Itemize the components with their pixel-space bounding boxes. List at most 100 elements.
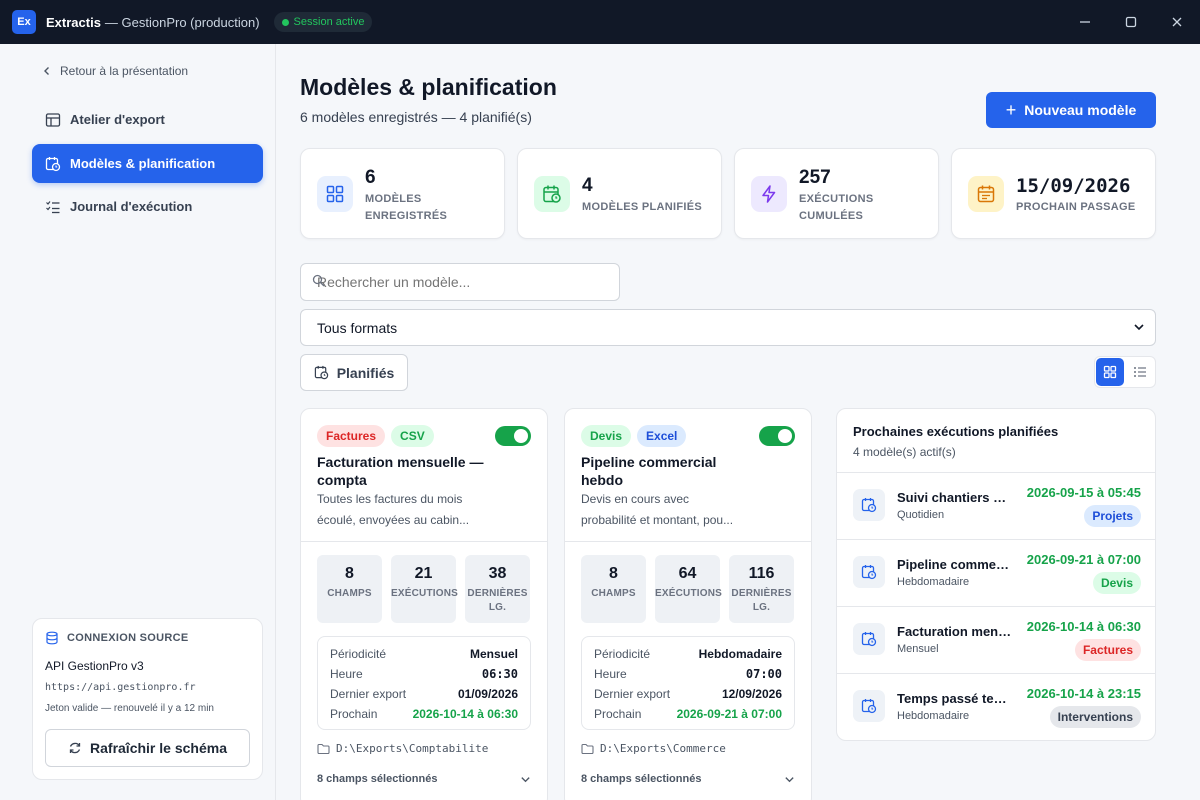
stat-label-line: CUMULÉES [799, 210, 864, 222]
stat-label-line: PROCHAIN PASSAGE [1016, 201, 1136, 213]
model-stat-label: CHAMPS [591, 588, 636, 599]
selected-fields-toggle[interactable]: 8 champs sélectionnés [581, 773, 795, 785]
model-stat-label: EXÉCUTIONS [655, 588, 723, 599]
stat-value: 4 [582, 175, 593, 196]
upcoming-name: Suivi chantiers hebdomadaire [897, 490, 1013, 505]
model-stat-value: 64 [678, 565, 697, 582]
schedule-key: Dernier export [594, 687, 671, 701]
stat-value: 6 [365, 167, 376, 188]
list-view-icon[interactable] [1126, 358, 1154, 386]
model-stat-fields: 8 CHAMPS [317, 555, 382, 623]
refresh-schema-label: Rafraîchir le schéma [90, 740, 227, 756]
upcoming-name: Pipeline commercial hebdo [897, 557, 1013, 572]
view-toggle [1094, 356, 1156, 388]
new-model-label: Nouveau modèle [1024, 102, 1137, 118]
calendar-clock-icon [853, 623, 885, 655]
close-icon[interactable] [1154, 0, 1200, 44]
sidebar-item-modeles-planification[interactable]: Modèles & planification [32, 144, 263, 183]
calendar-clock-icon [853, 489, 885, 521]
export-folder: D:\Exports\Comptabilite [317, 742, 488, 755]
schedule-key: Périodicité [330, 647, 387, 661]
model-stat-label: EXÉCUTIONS [391, 588, 459, 599]
chevron-down-icon [521, 776, 530, 782]
stat-card-models: 6 MODÈLES ENREGISTRÉS [300, 148, 505, 239]
search-icon [312, 274, 325, 287]
new-model-button[interactable]: + Nouveau modèle [986, 92, 1156, 128]
model-description: Toutes les factures du mois écoulé, envo… [317, 489, 497, 531]
model-stat-value: 38 [488, 565, 507, 582]
stat-label: EXÉCUTIONS CUMULÉES [799, 191, 874, 225]
schedule-key: Heure [594, 667, 627, 681]
schedule-row: Périodicité Hebdomadaire [594, 644, 782, 664]
sidebar-item-label: Modèles & planification [70, 156, 216, 171]
sidebar-item-atelier-export[interactable]: Atelier d'export [32, 100, 263, 139]
minimize-icon[interactable] [1062, 0, 1108, 44]
stat-label-line: MODÈLES [365, 193, 422, 205]
grid-view-icon[interactable] [1096, 358, 1124, 386]
back-link-label: Retour à la présentation [60, 64, 189, 78]
status-dot-icon [281, 18, 289, 26]
schedule-box: Périodicité Hebdomadaire Heure 07:00 Derni… [581, 636, 795, 730]
model-stat-value: 21 [414, 565, 433, 582]
upcoming-executions-panel: Prochaines exécutions planifiées 4 modèl… [836, 408, 1156, 741]
upcoming-row[interactable]: Temps passé techniciens Hebdomadaire 202… [837, 673, 1155, 740]
search-input[interactable] [300, 263, 620, 301]
stat-value: 257 [799, 167, 831, 188]
stat-card-planned: 4 MODÈLES PLANIFIÉS [517, 148, 722, 239]
selected-fields-toggle[interactable]: 8 champs sélectionnés [317, 773, 531, 785]
main-content: Modèles & planification 6 modèles enregi… [276, 44, 1200, 800]
checklist-icon [44, 198, 62, 216]
sidebar-item-label: Journal d'exécution [70, 199, 193, 214]
chevron-left-icon [44, 67, 49, 75]
export-folder-path: D:\Exports\Comptabilite [336, 742, 489, 755]
schedule-row: Prochain 2026-10-14 à 06:30 [330, 704, 518, 724]
source-connection-card: CONNEXION SOURCE API GestionPro v3 https… [32, 618, 263, 780]
schedule-value: 06:30 [481, 667, 518, 681]
calendar-icon [968, 176, 1004, 212]
upcoming-title: Prochaines exécutions planifiées [853, 424, 1059, 439]
stat-label-line: EXÉCUTIONS [799, 193, 874, 205]
stat-label: PROCHAIN PASSAGE [1016, 199, 1136, 216]
maximize-icon[interactable] [1108, 0, 1154, 44]
title-bar: Ex Extractis — GestionPro (production) S… [0, 0, 1200, 44]
export-folder-path: D:\Exports\Commerce [600, 742, 726, 755]
category-badge: Factures [1074, 639, 1141, 661]
schedule-row: Dernier export 12/09/2026 [594, 684, 782, 704]
export-folder: D:\Exports\Commerce [581, 742, 726, 755]
source-token-status: Jeton valide — renouvelé il y a 12 min [45, 703, 214, 714]
category-badge: Projets [1084, 505, 1141, 527]
model-enabled-toggle[interactable] [495, 426, 531, 446]
model-enabled-toggle[interactable] [759, 426, 795, 446]
model-stat-label-line: LG. [752, 602, 771, 613]
model-stat-label-line: LG. [488, 602, 507, 613]
selected-fields-label: 8 champs sélectionnés [581, 773, 702, 785]
format-select[interactable]: Tous formats [300, 309, 1156, 346]
model-card[interactable]: Factures CSV Facturation mensuelle — com… [300, 408, 548, 800]
model-stat-fields: 8 CHAMPS [581, 555, 646, 623]
calendar-clock-icon [314, 365, 328, 380]
stat-value: 15/09/2026 [1016, 175, 1131, 197]
upcoming-row[interactable]: Facturation mensuelle — compta Mensuel 2… [837, 606, 1155, 673]
category-badge: Interventions [1049, 706, 1141, 728]
schedule-row: Heure 07:00 [594, 664, 782, 684]
upcoming-frequency: Hebdomadaire [897, 576, 970, 588]
planned-filter-button[interactable]: Planifiés [300, 354, 408, 391]
model-description-line: Toutes les factures du mois [317, 492, 463, 506]
upcoming-row[interactable]: Pipeline commercial hebdo Hebdomadaire 2… [837, 539, 1155, 606]
model-stat-value: 8 [609, 565, 618, 582]
window-controls [1062, 0, 1200, 44]
model-stat-label-line: DERNIÈRES [731, 588, 792, 599]
refresh-schema-button[interactable]: Rafraîchir le schéma [45, 729, 250, 767]
stat-label: MODÈLES ENREGISTRÉS [365, 191, 447, 225]
upcoming-row[interactable]: Suivi chantiers hebdomadaire Quotidien 2… [837, 472, 1155, 539]
app-logo: Ex [12, 10, 36, 34]
model-card[interactable]: Devis Excel Pipeline commercial hebdo De… [564, 408, 812, 800]
sidebar-item-journal-execution[interactable]: Journal d'exécution [32, 187, 263, 226]
app-context: — GestionPro (production) [104, 14, 260, 30]
schedule-value: Hebdomadaire [698, 647, 782, 661]
schedule-value: 01/09/2026 [457, 687, 518, 701]
back-link[interactable]: Retour à la présentation [42, 64, 188, 78]
stat-card-next-run: 15/09/2026 PROCHAIN PASSAGE [951, 148, 1156, 239]
model-tags: Factures CSV [317, 425, 440, 447]
model-stat-value: 8 [345, 565, 354, 582]
